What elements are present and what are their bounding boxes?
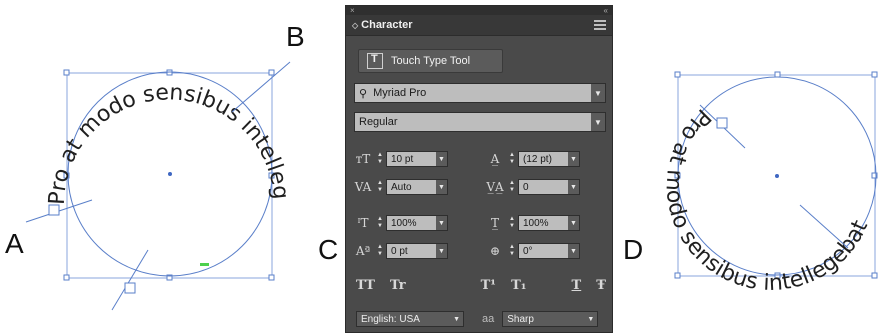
leading-stepper[interactable]: ▲ ▼	[508, 151, 516, 167]
right-path-text: Pro at modo sensibus intellegebat	[660, 104, 873, 297]
callout-a: A	[5, 228, 24, 259]
tracking-dropdown-icon[interactable]: ▼	[568, 180, 579, 194]
character-rotation-dropdown-icon[interactable]: ▼	[568, 244, 579, 258]
horizontal-scale-control: T̲ ▲ ▼ 100% ▼	[484, 214, 580, 232]
anti-aliasing-caret-icon: ▼	[587, 315, 595, 323]
tab-character[interactable]: ◇ Character	[352, 19, 413, 31]
tracking-stepper[interactable]: ▲ ▼	[508, 179, 516, 195]
tab-grip-icon: ◇	[352, 20, 359, 30]
kerning-stepper[interactable]: ▲ ▼	[376, 179, 384, 195]
baseline-shift-icon: Aª	[355, 244, 371, 258]
character-panel: × « ◇ Character Touch Type Tool ⚲ Myriad…	[345, 5, 613, 333]
touch-type-tool-button[interactable]: Touch Type Tool	[358, 49, 503, 73]
language-select[interactable]: English: USA ▼	[356, 311, 464, 327]
leading-dropdown-icon[interactable]: ▼	[568, 152, 579, 166]
language-caret-icon: ▼	[453, 315, 460, 323]
horizontal-scale-stepper[interactable]: ▲ ▼	[508, 215, 516, 231]
font-size-dropdown-icon[interactable]: ▼	[436, 152, 447, 166]
tab-character-label: Character	[361, 19, 413, 31]
leading-icon: A̲	[490, 152, 500, 166]
all-caps-button[interactable]: TT	[356, 278, 375, 293]
subscript-button[interactable]: T₁	[511, 278, 526, 293]
right-center-point	[775, 174, 779, 178]
vertical-scale-control: ᴵT ▲ ▼ 100% ▼	[352, 214, 448, 232]
character-rotation-control: ⊕ ▲ ▼ 0° ▼	[484, 242, 580, 260]
font-size-input[interactable]: 10 pt ▼	[386, 151, 448, 167]
leading-control: A̲ ▲ ▼ (12 pt) ▼	[484, 150, 580, 168]
panel-footer: English: USA ▼ aa Sharp ▼	[346, 306, 612, 332]
callout-b: B	[286, 21, 305, 52]
horizontal-scale-icon: T̲	[490, 216, 499, 230]
type-style-buttons: TT Tr T¹ T₁ T Ŧ	[356, 278, 606, 293]
tracking-control: V̲A̲ ▲ ▼ 0 ▼	[484, 178, 580, 196]
right-end-bracket-line	[799, 204, 849, 249]
panel-collapse-icon[interactable]: «	[604, 6, 608, 15]
tracking-input[interactable]: 0 ▼	[518, 179, 580, 195]
small-caps-button[interactable]: Tr	[390, 278, 406, 293]
callout-d: D	[623, 234, 644, 265]
underline-button[interactable]: T	[572, 278, 582, 293]
font-family-value: Myriad Pro	[373, 87, 427, 99]
vertical-scale-dropdown-icon[interactable]: ▼	[436, 216, 447, 230]
character-rotation-icon: ⊕	[489, 244, 501, 258]
font-family-dropdown-icon[interactable]: ▼	[591, 84, 605, 102]
left-anchor-highlight	[200, 263, 209, 266]
callout-c: C	[318, 234, 339, 265]
font-size-icon: ᴛT	[355, 152, 371, 166]
font-style-dropdown-icon[interactable]: ▼	[591, 113, 605, 131]
baseline-shift-dropdown-icon[interactable]: ▼	[436, 244, 447, 258]
baseline-shift-control: Aª ▲ ▼ 0 pt ▼	[352, 242, 448, 260]
strikethrough-button[interactable]: Ŧ	[596, 278, 606, 293]
right-start-bracket[interactable]	[716, 117, 728, 129]
horizontal-scale-dropdown-icon[interactable]: ▼	[568, 216, 579, 230]
font-family-field[interactable]: ⚲ Myriad Pro ▼	[354, 83, 606, 103]
panel-menu-icon[interactable]	[594, 20, 606, 30]
vertical-scale-icon: ᴵT	[357, 216, 369, 230]
font-style-value: Regular	[359, 116, 398, 128]
superscript-button[interactable]: T¹	[481, 278, 496, 293]
vertical-scale-stepper[interactable]: ▲ ▼	[376, 215, 384, 231]
baseline-shift-input[interactable]: 0 pt ▼	[386, 243, 448, 259]
left-center-bracket-line	[111, 249, 149, 311]
touch-type-label: Touch Type Tool	[391, 55, 471, 67]
horizontal-scale-input[interactable]: 100% ▼	[518, 215, 580, 231]
baseline-shift-stepper[interactable]: ▲ ▼	[376, 243, 384, 259]
leading-input[interactable]: (12 pt) ▼	[518, 151, 580, 167]
font-search-icon: ⚲	[359, 87, 368, 100]
kerning-icon: VA	[354, 180, 372, 194]
panel-top-strip: × «	[346, 6, 612, 15]
anti-aliasing-select[interactable]: Sharp ▼	[502, 311, 599, 327]
panel-close-icon[interactable]: ×	[350, 6, 355, 15]
panel-tab-bar: ◇ Character	[346, 15, 612, 36]
left-end-bracket-line	[231, 61, 291, 113]
left-center-bracket[interactable]	[124, 282, 136, 294]
left-center-point	[168, 172, 172, 176]
tracking-icon: V̲A̲	[486, 180, 504, 194]
left-start-bracket[interactable]	[48, 204, 60, 216]
kerning-dropdown-icon[interactable]: ▼	[436, 180, 447, 194]
vertical-scale-input[interactable]: 100% ▼	[386, 215, 448, 231]
kerning-input[interactable]: Auto ▼	[386, 179, 448, 195]
left-path-text: Pro at modo sensibus intellegebat	[0, 0, 293, 205]
font-size-control: ᴛT ▲ ▼ 10 pt ▼	[352, 150, 448, 168]
character-rotation-input[interactable]: 0° ▼	[518, 243, 580, 259]
font-size-stepper[interactable]: ▲ ▼	[376, 151, 384, 167]
kerning-control: VA ▲ ▼ Auto ▼	[352, 178, 448, 196]
touch-type-icon	[367, 53, 383, 69]
anti-aliasing-icon: aa	[482, 313, 495, 325]
character-rotation-stepper[interactable]: ▲ ▼	[508, 243, 516, 259]
font-style-field[interactable]: Regular ▼	[354, 112, 606, 132]
